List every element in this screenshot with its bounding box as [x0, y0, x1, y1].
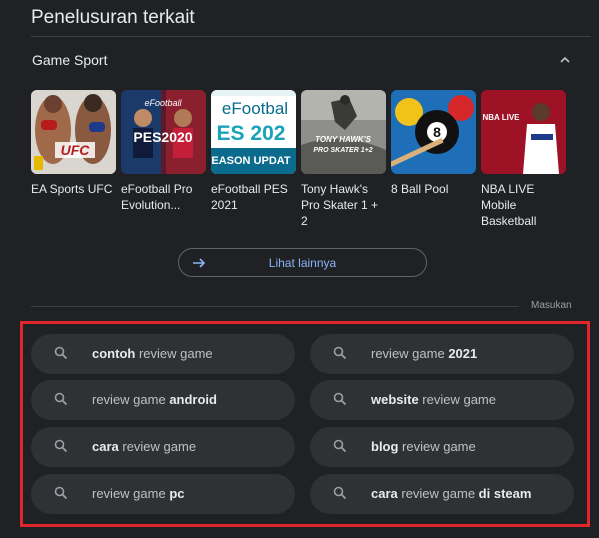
season-update-text: EASON UPDAT	[211, 155, 291, 167]
pes-year-text: ES 202	[217, 122, 286, 145]
search-icon	[54, 439, 68, 453]
divider	[31, 36, 591, 37]
nba-live-logo-text: NBA LIVE	[482, 113, 520, 122]
see-more-button[interactable]: Lihat lainnya	[178, 248, 427, 277]
related-search-chip[interactable]: cara review game di steam	[310, 474, 574, 514]
search-icon	[333, 346, 347, 360]
chevron-up-icon[interactable]	[557, 52, 573, 68]
related-search-chip[interactable]: review game 2021	[310, 334, 574, 374]
game-thumbnail-tony-hawk: TONY HAWK'S PRO SKATER 1+2	[301, 90, 386, 174]
game-thumbnail-pes2020: eFootball PES2020	[121, 90, 206, 174]
carousel-item[interactable]: TONY HAWK'S PRO SKATER 1+2 Tony Hawk's P…	[301, 90, 386, 229]
related-search-chip[interactable]: blog review game	[310, 427, 574, 467]
related-search-chip[interactable]: review game pc	[31, 474, 295, 514]
carousel-item[interactable]: eFootbal ES 202 EASON UPDAT eFootball PE…	[211, 90, 296, 213]
pes-logo-text: PES2020	[133, 129, 192, 145]
query-bold-part: blog	[371, 439, 399, 454]
related-search-text: contoh review game	[92, 346, 213, 361]
pro-skater-logo-text: PRO SKATER 1+2	[313, 147, 372, 154]
query-bold-part: di steam	[478, 486, 532, 501]
query-normal-part: review game	[397, 486, 479, 501]
related-search-text: review game 2021	[371, 346, 477, 361]
carousel-item-label: Tony Hawk's Pro Skater 1 + 2	[301, 182, 379, 228]
query-bold-part: 2021	[448, 346, 478, 361]
efootball-logo-text: eFootbal	[222, 99, 288, 118]
query-normal-part: review game	[398, 439, 476, 454]
related-search-text: review game pc	[92, 486, 184, 501]
carousel-item-label: eFootball PES 2021	[211, 182, 288, 212]
related-search-text: cara review game	[92, 439, 196, 454]
see-more-label: Lihat lainnya	[268, 256, 337, 270]
related-search-text: blog review game	[371, 439, 476, 454]
search-icon	[333, 439, 347, 453]
query-bold-part: pc	[169, 486, 185, 501]
carousel-item-label: NBA LIVE Mobile Basketball	[481, 182, 537, 228]
search-icon	[54, 486, 68, 500]
related-search-chip[interactable]: contoh review game	[31, 334, 295, 374]
section-title: Penelusuran terkait	[31, 7, 195, 28]
carousel-item[interactable]: eFootball PES2020 eFootball Pro Evolutio…	[121, 90, 206, 213]
game-thumbnail-pes2021: eFootbal ES 202 EASON UPDAT	[211, 90, 296, 174]
query-normal-part: review game	[118, 439, 197, 454]
related-search-chip[interactable]: review game android	[31, 380, 295, 420]
search-icon	[333, 392, 347, 406]
search-icon	[54, 392, 68, 406]
query-normal-part: review game	[135, 346, 213, 361]
related-search-text: website review game	[371, 392, 496, 407]
related-searches-panel: Penelusuran terkait Game Sport UFC EA Sp…	[0, 0, 599, 538]
carousel-item-label: EA Sports UFC	[31, 182, 113, 196]
query-bold-part: android	[169, 392, 217, 407]
query-bold-part: cara	[92, 439, 119, 454]
search-icon	[54, 346, 68, 360]
carousel-item-label: eFootball Pro Evolution...	[121, 182, 193, 212]
divider	[31, 306, 519, 307]
query-normal-part: review game	[92, 392, 170, 407]
eight-ball-text: 8	[433, 124, 441, 140]
related-search-chip[interactable]: website review game	[310, 380, 574, 420]
efootball-logo-text: eFootball	[144, 98, 182, 108]
related-search-text: cara review game di steam	[371, 486, 531, 501]
tony-hawk-logo-text: TONY HAWK'S	[315, 135, 372, 144]
feedback-link[interactable]: Masukan	[531, 300, 572, 311]
query-normal-part: review game	[371, 346, 449, 361]
group-title: Game Sport	[32, 52, 108, 68]
related-search-chip[interactable]: cara review game	[31, 427, 295, 467]
related-search-text: review game android	[92, 392, 217, 407]
carousel-item[interactable]: UFC EA Sports UFC	[31, 90, 116, 197]
game-thumbnail-nba-live: NBA LIVE	[481, 90, 566, 174]
carousel-item[interactable]: 8 8 Ball Pool	[391, 90, 476, 197]
query-normal-part: review game	[92, 486, 170, 501]
query-bold-part: contoh	[92, 346, 136, 361]
query-bold-part: website	[371, 392, 419, 407]
game-thumbnail-8-ball-pool: 8	[391, 90, 476, 174]
query-normal-part: review game	[418, 392, 496, 407]
query-bold-part: cara	[371, 486, 398, 501]
search-icon	[333, 486, 347, 500]
ufc-logo-text: UFC	[61, 142, 91, 158]
carousel-item[interactable]: NBA LIVE NBA LIVE Mobile Basketball	[481, 90, 566, 229]
game-thumbnail-ufc: UFC	[31, 90, 116, 174]
carousel-item-label: 8 Ball Pool	[391, 182, 449, 196]
